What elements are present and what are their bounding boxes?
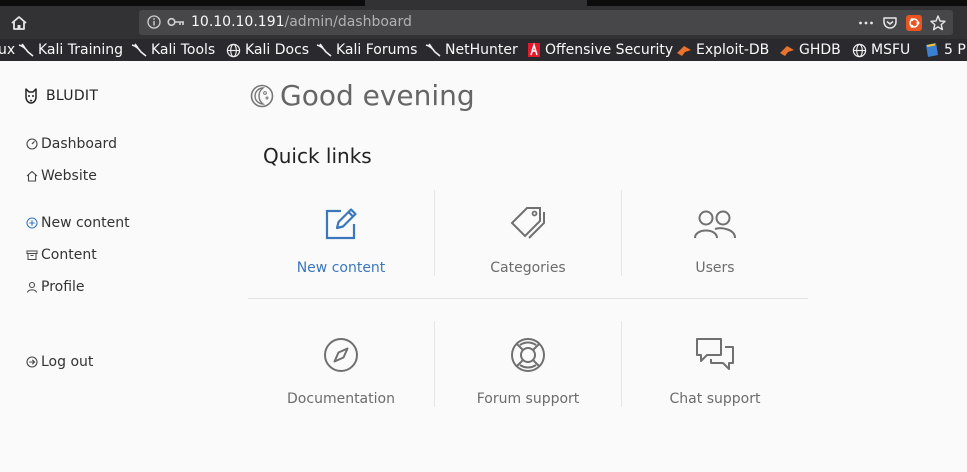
quick-link-categories[interactable]: Categories [435,190,621,276]
dashboard-icon [26,138,38,150]
bookmark-item[interactable]: GHDB [779,41,841,59]
quick-link-label: Chat support [669,391,761,407]
bookmark-item[interactable]: Kali Docs [226,41,309,59]
quick-link-documentation[interactable]: Documentation [248,321,434,407]
sidebar-item-new-content[interactable]: New content [26,215,130,231]
person-icon [26,281,38,293]
quick-link-label: Users [695,260,735,276]
sidebar-item-log-out[interactable]: Log out [26,354,93,370]
more-actions-icon[interactable] [857,14,875,32]
bookmark-item[interactable]: Kali Training [18,41,123,59]
bookmark-label: Kali Docs [245,42,310,58]
bookmark-item[interactable]: NetHunter [425,41,518,59]
home-icon [11,16,27,30]
ubuntu-icon[interactable] [905,14,923,32]
bookmark-label: MSFU [871,42,911,58]
brand[interactable]: BLUDIT [24,87,98,105]
bookmark-item[interactable]: Kali Forums [316,41,417,59]
bookmark-label: Kali Forums [336,42,418,58]
bookmark-item[interactable]: ux [0,41,15,59]
bookmark-label: ux [0,42,16,58]
kali-dragon-icon [425,43,441,57]
quick-link-users[interactable]: Users [622,190,808,276]
greeting: Good evening [250,79,475,112]
bookmark-item[interactable]: MSFU [852,41,910,59]
ghdb-icon [780,46,794,56]
quick-links-row: Documentation Forum support Chat support [248,321,808,407]
bookmark-label: Offensive Security [545,42,674,58]
exploit-db-icon [677,46,691,56]
globe-icon [226,43,241,57]
quick-link-new-content[interactable]: New content [248,190,434,276]
tags-icon [510,207,545,239]
bookmark-label: Kali Training [38,42,123,58]
quick-link-label: Categories [490,260,566,276]
sidebar-item-dashboard[interactable]: Dashboard [26,136,117,152]
lifebuoy-icon [511,338,545,372]
bookmark-label: GHDB [799,42,841,58]
bookmark-item[interactable]: Offensive Security [527,41,673,59]
bookmark-folder-icon [926,43,938,57]
bookmark-item[interactable]: Exploit-DB [676,41,769,59]
key-icon[interactable] [167,16,185,28]
home-icon [26,170,38,182]
sidebar-item-profile[interactable]: Profile [26,279,85,295]
bookmark-item[interactable]: 5 P [924,41,966,59]
url-actions [857,13,947,32]
sidebar-item-content[interactable]: Content [26,247,97,263]
row-divider [248,298,808,299]
star-icon[interactable] [929,14,947,32]
quick-links-row: New content Categories Users [248,190,808,276]
arrow-circle-right-icon [26,356,38,368]
sidebar-item-label: Log out [41,354,94,370]
users-icon [694,210,736,239]
bookmark-label: 5 P [944,42,966,58]
plus-circle-icon [26,217,38,229]
quick-links-title: Quick links [263,144,372,168]
bludit-logo-icon [25,88,37,104]
bookmarks-bar: ux Kali Training Kali Tools Kali Docs Ka… [0,39,967,61]
quick-link-forum-support[interactable]: Forum support [435,321,621,407]
sidebar-item-label: New content [41,215,130,231]
brand-name: BLUDIT [46,88,99,104]
sidebar-item-label: Website [41,168,97,184]
pocket-icon[interactable] [881,14,899,32]
quick-link-label: Forum support [476,391,580,407]
sidebar-item-website[interactable]: Website [26,168,97,184]
quick-link-label: Documentation [287,391,395,407]
bookmark-item[interactable]: Kali Tools [131,41,215,59]
chat-icon [696,338,734,370]
page: BLUDIT Dashboard Website New content Con… [0,61,967,472]
info-icon[interactable] [147,15,161,29]
kali-dragon-icon [131,43,147,57]
kali-dragon-icon [18,43,34,57]
bookmark-label: Kali Tools [151,42,216,58]
url-host: 10.10.10.191 [191,14,285,30]
home-button[interactable] [8,12,30,34]
bookmark-label: NetHunter [445,42,518,58]
url-bar[interactable]: 10.10.10.191/admin/dashboard [139,10,953,35]
quick-link-label: New content [296,260,386,276]
sidebar-item-label: Content [41,247,97,263]
archive-icon [26,250,38,260]
offensive-security-icon [528,42,540,57]
edit-icon [325,208,357,240]
kali-dragon-icon [316,43,332,57]
url-text[interactable]: 10.10.10.191/admin/dashboard [191,14,412,30]
sidebar-item-label: Dashboard [41,136,117,152]
globe-icon [852,43,867,57]
greeting-text: Good evening [280,79,475,112]
compass-icon [324,338,358,372]
browser-toolbar: 10.10.10.191/admin/dashboard [0,6,967,39]
bookmark-label: Exploit-DB [696,42,770,58]
url-path: /admin/dashboard [284,14,412,30]
moon-icon [250,84,274,107]
quick-link-chat-support[interactable]: Chat support [622,321,808,407]
sidebar-item-label: Profile [41,279,85,295]
